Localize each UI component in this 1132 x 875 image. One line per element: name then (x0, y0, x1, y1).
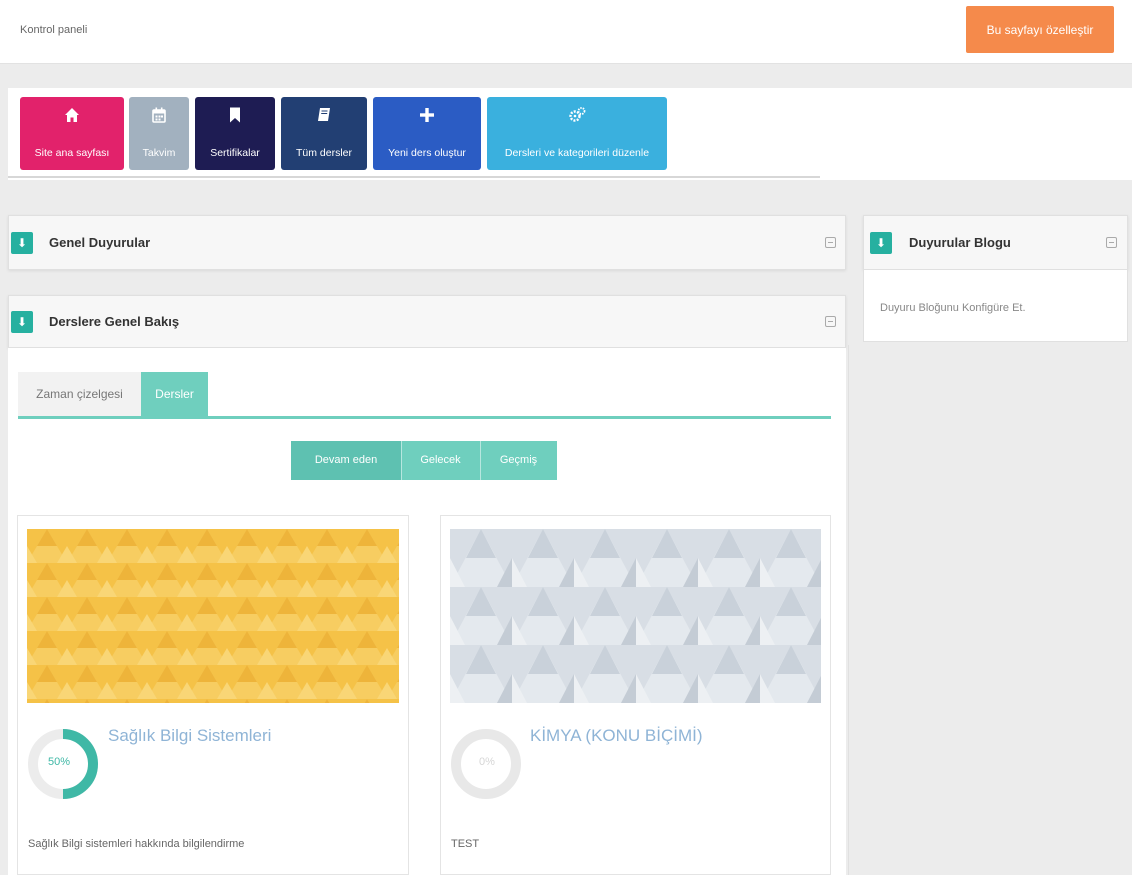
quick-link-manage-courses[interactable]: Dersleri ve kategorileri düzenle (487, 97, 667, 170)
panel-title: Derslere Genel Bakış (49, 314, 180, 329)
quick-link-label: Site ana sayfası (34, 147, 110, 159)
quick-link-label: Dersleri ve kategorileri düzenle (504, 147, 650, 159)
collapse-icon[interactable] (1106, 237, 1117, 248)
course-image (450, 529, 821, 703)
panel-title: Duyurular Blogu (909, 235, 1011, 250)
divider (8, 176, 820, 178)
course-description: TEST (451, 838, 480, 850)
book-icon (281, 107, 367, 128)
tab-timeline[interactable]: Zaman çizelgesi (18, 372, 141, 416)
quick-link-label: Tüm dersler (295, 147, 352, 159)
divider (480, 441, 481, 480)
sidebar-column (848, 345, 1132, 875)
quick-link-all-courses[interactable]: Tüm dersler (281, 97, 367, 170)
quick-link-calendar[interactable]: Takvim (129, 97, 189, 170)
blog-panel: ⬇ Duyurular Blogu (863, 215, 1128, 270)
plus-icon (373, 107, 481, 128)
quick-link-site-home[interactable]: Site ana sayfası (20, 97, 124, 170)
breadcrumb[interactable]: Kontrol paneli (20, 24, 87, 36)
announcements-panel: ⬇ Genel Duyurular (8, 215, 846, 270)
course-title[interactable]: KİMYA (KONU BİÇİMİ) (530, 726, 703, 746)
calendar-icon (129, 107, 189, 128)
course-title[interactable]: Sağlık Bilgi Sistemleri (108, 726, 271, 746)
filter-in-progress[interactable]: Devam eden (291, 441, 401, 480)
dock-icon[interactable]: ⬇ (11, 311, 33, 333)
home-icon (20, 107, 124, 128)
collapse-icon[interactable] (825, 237, 836, 248)
progress-label: 0% (479, 756, 495, 768)
tab-courses[interactable]: Dersler (141, 372, 208, 416)
filter-future[interactable]: Gelecek (401, 441, 480, 480)
tab-underline (18, 416, 831, 419)
course-image (27, 529, 399, 703)
quick-link-label: Sertifikalar (210, 147, 260, 159)
filter-past[interactable]: Geçmiş (480, 441, 557, 480)
dock-icon[interactable]: ⬇ (11, 232, 33, 254)
course-description: Sağlık Bilgi sistemleri hakkında bilgile… (28, 838, 245, 850)
cogs-icon (487, 107, 667, 128)
dock-icon[interactable]: ⬇ (870, 232, 892, 254)
divider (401, 441, 402, 480)
configure-blog-link[interactable]: Duyuru Bloğunu Konfigüre Et. (880, 302, 1026, 314)
quick-link-certificates[interactable]: Sertifikalar (195, 97, 275, 170)
course-overview-panel: ⬇ Derslere Genel Bakış (8, 295, 846, 348)
quick-link-new-course[interactable]: Yeni ders oluştur (373, 97, 481, 170)
quick-link-label: Yeni ders oluştur (388, 147, 466, 159)
collapse-icon[interactable] (825, 316, 836, 327)
customize-page-button[interactable]: Bu sayfayı özelleştir (966, 6, 1114, 53)
progress-label: 50% (48, 756, 71, 768)
top-bar: Kontrol paneli Bu sayfayı özelleştir (0, 0, 1132, 64)
quick-link-label: Takvim (142, 147, 176, 159)
bookmark-icon (195, 107, 275, 128)
panel-title: Genel Duyurular (49, 235, 151, 250)
